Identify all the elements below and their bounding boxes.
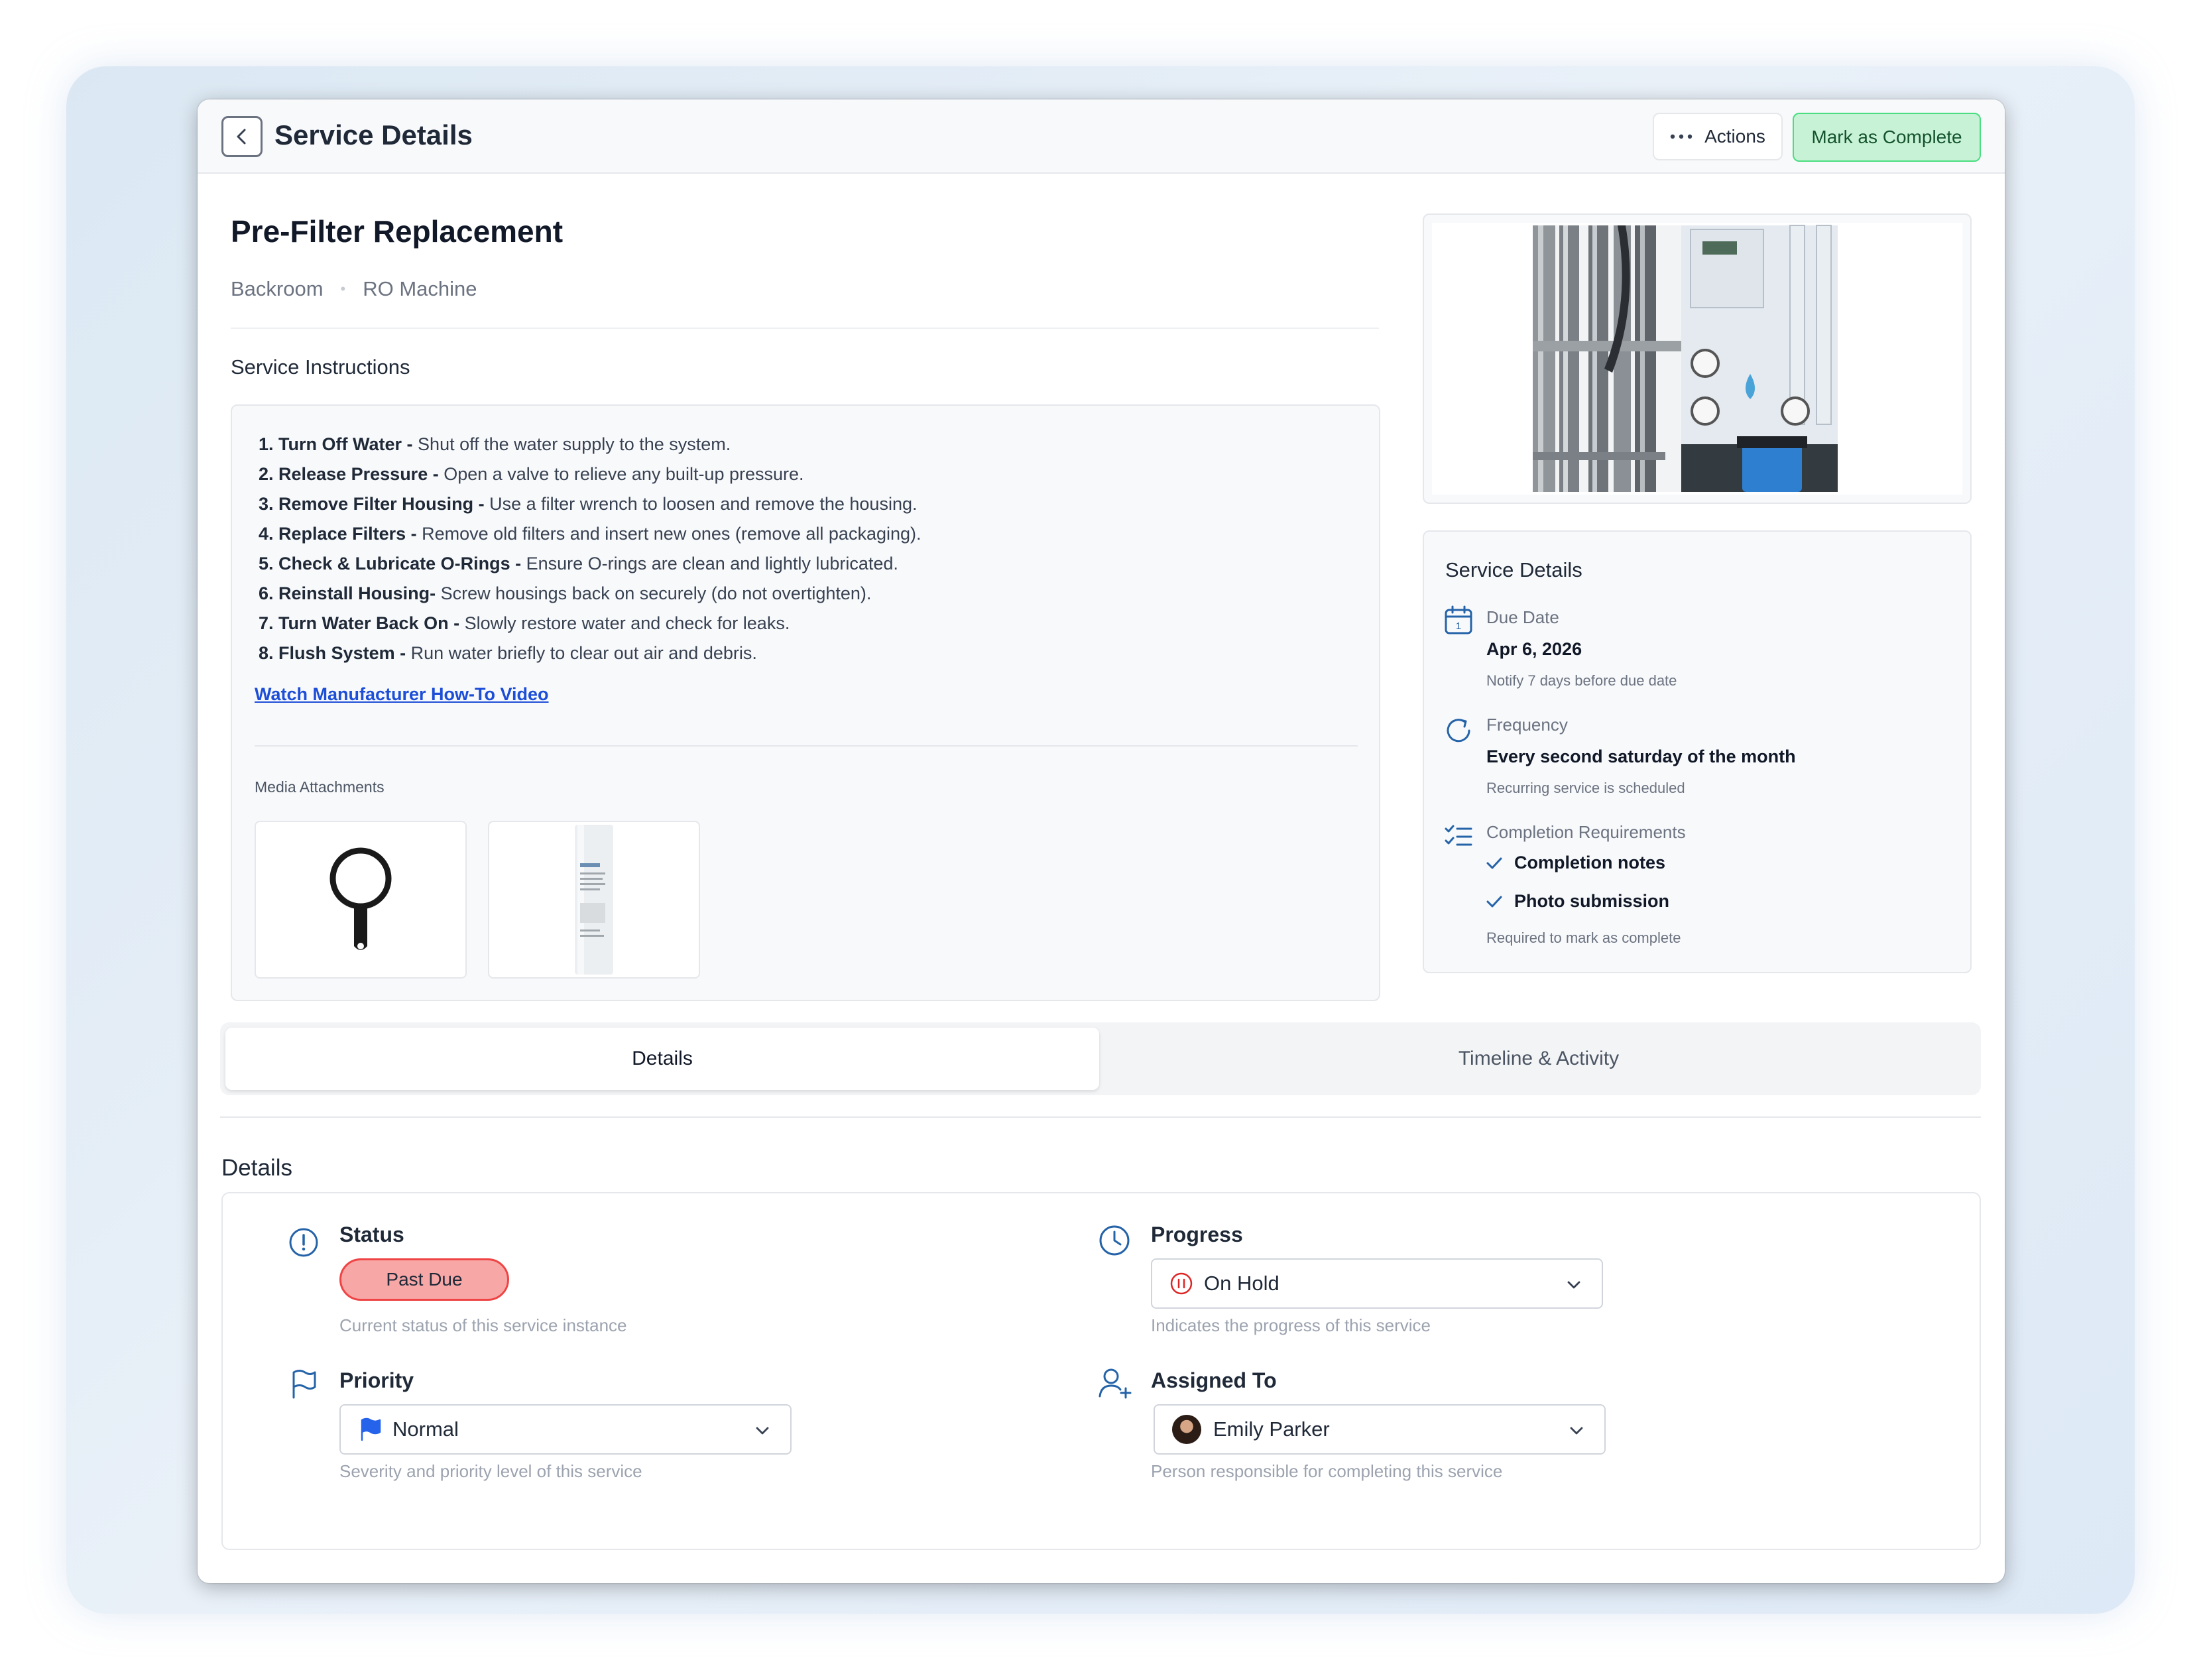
filter-cartridge-image	[575, 825, 613, 975]
more-dots-icon	[1670, 134, 1693, 139]
calendar-icon: 1	[1445, 605, 1472, 634]
video-link[interactable]: Watch Manufacturer How-To Video	[255, 684, 549, 705]
equipment-image-card	[1423, 213, 1972, 504]
filter-wrench-image	[329, 847, 392, 950]
ro-machine-illustration	[1533, 225, 1838, 492]
frequency-note: Recurring service is scheduled	[1486, 780, 1685, 796]
actions-button[interactable]: Actions	[1653, 113, 1783, 160]
instructions-list: 1. Turn Off Water - Shut off the water s…	[259, 430, 922, 668]
priority-select[interactable]: Normal	[339, 1404, 792, 1455]
divider	[220, 1116, 1981, 1118]
due-date-note: Notify 7 days before due date	[1486, 672, 1677, 689]
divider	[231, 328, 1379, 329]
progress-select[interactable]: On Hold	[1151, 1258, 1603, 1309]
status-label: Status	[339, 1223, 404, 1246]
alert-circle-icon	[289, 1228, 318, 1257]
details-heading: Details	[221, 1155, 292, 1181]
chevron-down-icon	[1567, 1281, 1580, 1289]
instruction-step: 4. Replace Filters - Remove old filters …	[259, 524, 922, 544]
due-date-value: Apr 6, 2026	[1486, 639, 1582, 659]
instructions-heading: Service Instructions	[231, 355, 410, 379]
media-thumbnail-wrench[interactable]	[255, 821, 467, 979]
progress-value: On Hold	[1204, 1272, 1279, 1295]
divider	[255, 745, 1358, 747]
media-attachments-label: Media Attachments	[255, 778, 385, 796]
priority-value: Normal	[392, 1417, 459, 1441]
breadcrumb-equipment[interactable]: RO Machine	[363, 277, 477, 301]
assigned-help: Person responsible for completing this s…	[1151, 1461, 1503, 1481]
user-plus-icon	[1099, 1368, 1132, 1399]
instruction-step: 7. Turn Water Back On - Slowly restore w…	[259, 613, 790, 633]
chevron-down-icon	[756, 1427, 769, 1435]
instruction-step: 8. Flush System - Run water briefly to c…	[259, 643, 757, 663]
status-badge: Past Due	[339, 1258, 509, 1301]
breadcrumb: Backroom • RO Machine	[231, 277, 477, 301]
service-details-window: Service Details Actions Mark as Complete…	[198, 99, 2005, 1583]
progress-label: Progress	[1151, 1223, 1243, 1246]
requirement-item: Completion notes	[1486, 853, 1665, 873]
instruction-step: 1. Turn Off Water - Shut off the water s…	[259, 434, 731, 454]
check-icon	[1486, 857, 1502, 869]
requirement-item: Photo submission	[1486, 891, 1669, 912]
progress-help: Indicates the progress of this service	[1151, 1315, 1431, 1335]
tab-details[interactable]: Details	[225, 1028, 1099, 1090]
instructions-card: 1. Turn Off Water - Shut off the water s…	[231, 404, 1380, 1001]
assigned-select[interactable]: Emily Parker	[1154, 1404, 1606, 1455]
due-date-label: Due Date	[1486, 607, 1559, 627]
assigned-value: Emily Parker	[1213, 1417, 1330, 1441]
page-title: Service Details	[274, 119, 473, 150]
actions-label: Actions	[1704, 126, 1765, 147]
clock-icon	[1099, 1225, 1130, 1256]
breadcrumb-location[interactable]: Backroom	[231, 277, 324, 301]
breadcrumb-separator: •	[340, 280, 346, 297]
flag-filled-icon	[361, 1417, 381, 1441]
ro-machine-image[interactable]	[1432, 223, 1962, 495]
calendar-day-number: 1	[1456, 621, 1461, 632]
assigned-label: Assigned To	[1151, 1368, 1277, 1392]
instruction-step: 6. Reinstall Housing- Screw housings bac…	[259, 583, 872, 603]
top-bar: Service Details Actions Mark as Complete	[198, 99, 2005, 174]
frequency-label: Frequency	[1486, 715, 1568, 735]
requirements-label: Completion Requirements	[1486, 822, 1686, 842]
priority-label: Priority	[339, 1368, 414, 1392]
priority-help: Severity and priority level of this serv…	[339, 1461, 642, 1481]
instruction-step: 5. Check & Lubricate O-Rings - Ensure O-…	[259, 554, 898, 573]
frequency-value: Every second saturday of the month	[1486, 747, 1796, 766]
check-icon	[1486, 896, 1502, 907]
service-title: Pre-Filter Replacement	[231, 214, 564, 249]
avatar	[1172, 1415, 1201, 1444]
details-panel: Status Past Due Current status of this s…	[221, 1192, 1981, 1550]
service-details-heading: Service Details	[1445, 558, 1582, 581]
instruction-step: 2. Release Pressure - Open a valve to re…	[259, 464, 804, 484]
refresh-icon	[1447, 719, 1470, 743]
chevron-left-icon	[237, 129, 246, 145]
service-details-card: Service Details 1 Due Date Apr 6, 2026 N…	[1423, 530, 1972, 973]
tab-timeline-activity[interactable]: Timeline & Activity	[1102, 1028, 1976, 1090]
back-button[interactable]	[221, 116, 263, 157]
mark-complete-button[interactable]: Mark as Complete	[1793, 113, 1981, 162]
media-thumbnail-filter[interactable]	[488, 821, 700, 979]
pause-circle-icon	[1170, 1272, 1193, 1295]
chevron-down-icon	[1570, 1427, 1583, 1435]
flag-icon	[292, 1370, 316, 1399]
status-help: Current status of this service instance	[339, 1315, 627, 1335]
instruction-step: 3. Remove Filter Housing - Use a filter …	[259, 494, 918, 514]
checklist-icon	[1445, 825, 1472, 846]
tab-bar: Details Timeline & Activity	[220, 1022, 1981, 1095]
requirements-note: Required to mark as complete	[1486, 930, 1681, 946]
